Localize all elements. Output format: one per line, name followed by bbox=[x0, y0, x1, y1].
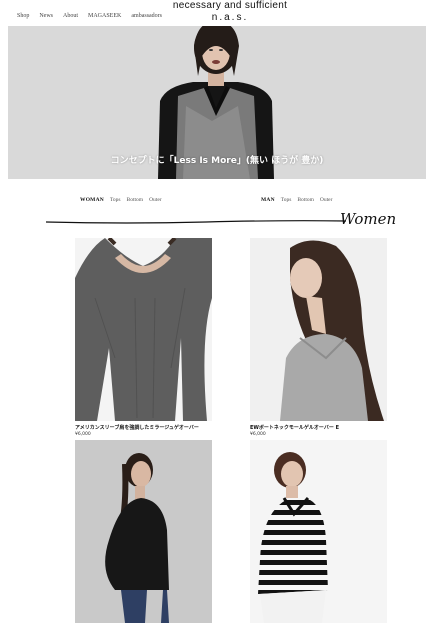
nav-shop[interactable]: Shop bbox=[17, 13, 29, 19]
category-woman-bottom[interactable]: Bottom bbox=[127, 197, 144, 203]
product-price: ¥6,000 bbox=[250, 432, 266, 437]
nav-news[interactable]: News bbox=[39, 13, 53, 19]
product-image[interactable] bbox=[75, 440, 212, 623]
woman-category-nav: WOMAN Tops Bottom Outer bbox=[80, 197, 162, 203]
category-man-outer[interactable]: Outer bbox=[320, 197, 333, 203]
product-image[interactable] bbox=[250, 238, 387, 421]
nav-about[interactable]: About bbox=[63, 13, 78, 19]
product-image[interactable] bbox=[75, 238, 212, 421]
category-woman-tops[interactable]: Tops bbox=[110, 197, 121, 203]
brand-name: necessary and sufficient bbox=[172, 0, 288, 11]
man-category-nav: MAN Tops Bottom Outer bbox=[261, 197, 332, 203]
section-title: Women bbox=[340, 210, 397, 228]
brand-short: n.a.s. bbox=[211, 12, 249, 23]
brand-logo[interactable]: necessary and sufficient n.a.s. bbox=[160, 0, 300, 24]
hero-caption: コンセプトに「Less Is More」(無い ほうが 豊か) bbox=[110, 156, 324, 166]
hero-banner[interactable]: コンセプトに「Less Is More」(無い ほうが 豊か) bbox=[8, 26, 426, 179]
nav-ambassadors[interactable]: ambassadors bbox=[131, 13, 162, 19]
product-title[interactable]: EWボートネックモールゲルオーバー E bbox=[250, 424, 339, 431]
category-man-tops[interactable]: Tops bbox=[281, 197, 292, 203]
category-man[interactable]: MAN bbox=[261, 197, 275, 203]
category-man-bottom[interactable]: Bottom bbox=[297, 197, 314, 203]
product-image[interactable] bbox=[250, 440, 387, 623]
category-woman-outer[interactable]: Outer bbox=[149, 197, 162, 203]
top-nav: Shop News About MAGASEEK ambassadors bbox=[17, 13, 162, 19]
nav-magaseek[interactable]: MAGASEEK bbox=[88, 13, 121, 19]
product-title[interactable]: アメリカンスリーブ肩を強調したミラージュゲオーバー bbox=[75, 424, 199, 431]
category-woman[interactable]: WOMAN bbox=[80, 197, 104, 203]
product-price: ¥6,000 bbox=[75, 432, 91, 437]
